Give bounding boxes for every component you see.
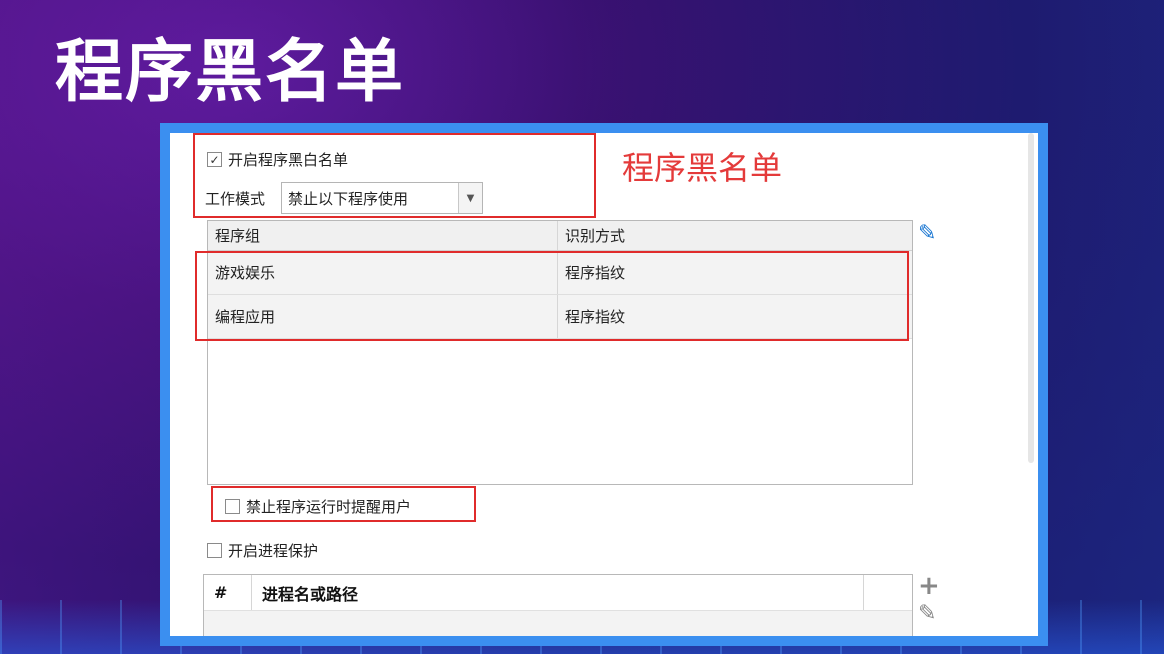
slide-title: 程序黑名单 [55,33,406,112]
highlight-box-rows [195,251,909,341]
vertical-scrollbar[interactable] [1028,133,1034,463]
checkbox-unchecked-icon[interactable] [207,543,222,558]
process-protect-label: 开启进程保护 [228,542,319,560]
table-header: 程序组 识别方式 [208,221,912,251]
column-header-method[interactable]: 识别方式 [558,221,912,250]
process-protect-checkbox[interactable]: 开启进程保护 [207,540,318,561]
process-table: # 进程名或路径 [203,574,913,636]
plus-icon[interactable]: + [918,571,940,601]
column-header-path[interactable]: 进程名或路径 [252,575,864,610]
pencil-icon[interactable]: ✎ [918,221,936,246]
screenshot-frame: ✓ 开启程序黑白名单 工作模式 禁止以下程序使用 ▼ 程序黑名单 程序组 识别方… [160,123,1048,646]
column-header-index[interactable]: # [204,575,252,610]
highlight-box-settings [193,133,596,218]
annotation-label: 程序黑名单 [622,149,783,187]
settings-panel: ✓ 开启程序黑白名单 工作模式 禁止以下程序使用 ▼ 程序黑名单 程序组 识别方… [170,133,1038,636]
highlight-box-notify [211,486,476,522]
pencil-icon[interactable]: ✎ [918,601,936,626]
table-header: # 进程名或路径 [204,575,912,611]
column-header-group[interactable]: 程序组 [208,221,558,250]
